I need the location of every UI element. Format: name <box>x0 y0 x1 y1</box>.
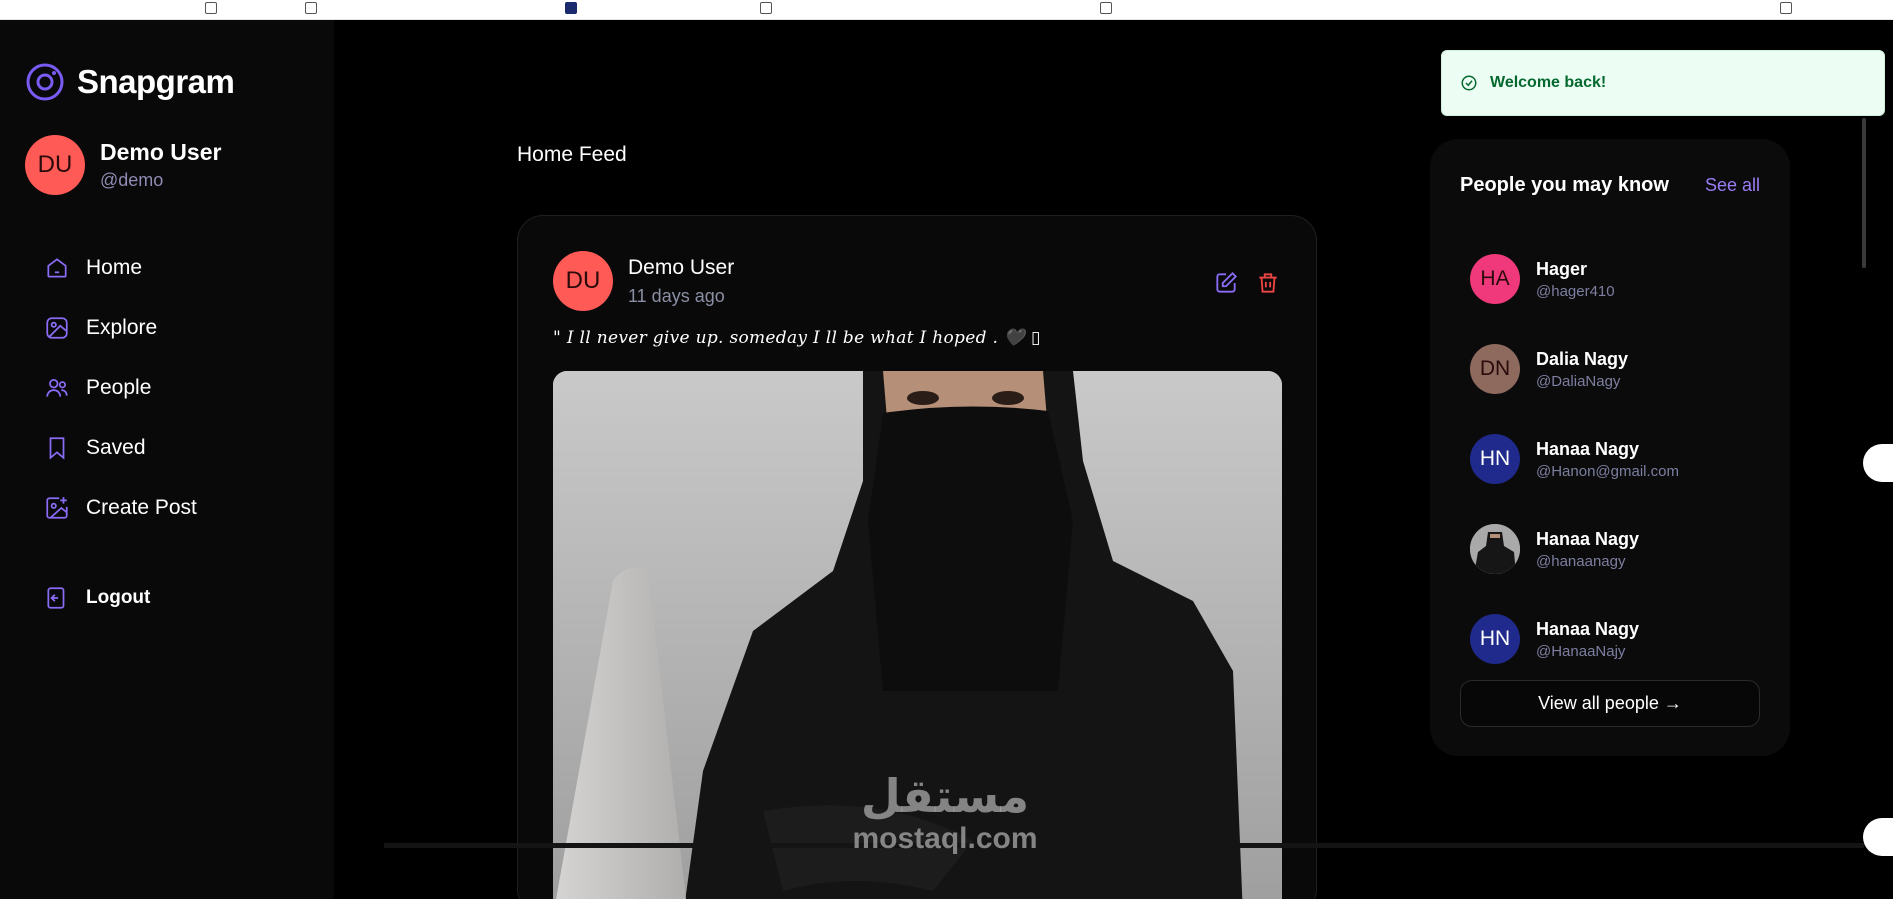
nav-item-people[interactable]: People <box>44 358 197 418</box>
logout-button[interactable]: Logout <box>44 585 150 611</box>
floating-widget-icon[interactable] <box>1863 818 1893 856</box>
logout-icon <box>47 587 65 609</box>
post-caption: " I ll never give up. someday I ll be wh… <box>553 328 1041 348</box>
user-profile[interactable]: DU Demo User @demo <box>25 135 221 195</box>
logout-label: Logout <box>86 587 151 608</box>
watermark: مستقل mostaql.com <box>830 770 1060 856</box>
avatar: HA <box>1470 254 1520 304</box>
watermark-latin: mostaql.com <box>852 822 1038 855</box>
toast-notification[interactable]: Welcome back! <box>1441 50 1885 116</box>
suggestions-header: People you may know See all <box>1460 174 1760 197</box>
avatar: HN <box>1470 614 1520 664</box>
nav-label: Create Post <box>86 496 197 519</box>
bookmark-icon[interactable] <box>1100 2 1112 14</box>
people-suggestions: People you may know See all HA Hager @ha… <box>1430 139 1790 756</box>
floating-widget-icon[interactable] <box>1863 444 1893 482</box>
bookmark-icon <box>49 437 65 460</box>
edit-icon[interactable] <box>1213 270 1239 296</box>
page-title: Home Feed <box>517 143 627 166</box>
person-name: Hanaa Nagy <box>1536 438 1640 459</box>
list-item[interactable]: HN Hanaa Nagy @HanaaNajy <box>1470 594 1679 684</box>
bookmark-icon[interactable] <box>760 2 772 14</box>
avatar: DU <box>25 135 85 195</box>
see-all-link[interactable]: See all <box>1705 175 1760 196</box>
person-handle: @DaliaNagy <box>1536 372 1621 390</box>
list-item[interactable]: Hanaa Nagy @hanaanagy <box>1470 504 1679 594</box>
post-author[interactable]: Demo User <box>628 256 734 280</box>
avatar: DU <box>553 251 613 311</box>
main-nav: Home Explore People Saved Create Post <box>44 238 197 538</box>
nav-item-home[interactable]: Home <box>44 238 197 298</box>
nav-item-explore[interactable]: Explore <box>44 298 197 358</box>
nav-item-create-post[interactable]: Create Post <box>44 478 197 538</box>
people-list: HA Hager @hager410 DN Dalia Nagy @DaliaN… <box>1470 234 1679 684</box>
suggestions-title: People you may know <box>1460 174 1669 196</box>
person-handle: @HanaaNajy <box>1536 642 1626 660</box>
create-post-icon <box>46 497 68 519</box>
person-name: Dalia Nagy <box>1536 348 1629 369</box>
person-handle: @hager410 <box>1536 282 1615 300</box>
bookmark-icon[interactable] <box>205 2 217 14</box>
person-handle: @Hanon@gmail.com <box>1536 462 1680 480</box>
person-name: Hanaa Nagy <box>1536 528 1640 549</box>
person-handle: @hanaanagy <box>1536 552 1626 570</box>
bookmark-icon[interactable] <box>1780 2 1792 14</box>
nav-label: Saved <box>86 436 146 459</box>
bookmark-icon[interactable] <box>305 2 317 14</box>
explore-icon <box>46 317 68 339</box>
nav-label: Home <box>86 256 143 279</box>
nav-label: People <box>86 376 152 399</box>
avatar: HN <box>1470 434 1520 484</box>
avatar: DN <box>1470 344 1520 394</box>
people-icon <box>46 379 68 397</box>
horizontal-scrollbar[interactable] <box>384 843 1864 848</box>
bookmark-icon[interactable] <box>565 2 577 14</box>
vertical-scrollbar[interactable] <box>1862 118 1866 268</box>
nav-label: Explore <box>86 316 158 339</box>
list-item[interactable]: HA Hager @hager410 <box>1470 234 1679 324</box>
post-header[interactable]: DU Demo User 11 days ago <box>553 251 734 311</box>
avatar-photo <box>1470 524 1520 574</box>
watermark-arabic: مستقل <box>860 769 1030 823</box>
logo-icon <box>26 63 64 101</box>
view-all-people-button[interactable]: View all people → <box>1460 680 1760 727</box>
user-handle: @demo <box>100 170 164 190</box>
post-actions <box>1213 270 1281 296</box>
app-logo[interactable]: Snapgram <box>25 62 235 102</box>
user-name: Demo User <box>100 139 222 165</box>
person-name: Hanaa Nagy <box>1536 618 1640 639</box>
toast-message: Welcome back! <box>1490 74 1607 91</box>
app-name: Snapgram <box>77 63 235 100</box>
sidebar: Snapgram DU Demo User @demo Home Explore… <box>0 20 334 899</box>
avatar-image <box>1470 524 1520 574</box>
post-timestamp: 11 days ago <box>628 285 725 306</box>
home-icon <box>47 258 67 278</box>
check-circle-icon <box>1461 75 1477 91</box>
browser-bookmark-bar <box>0 0 1893 20</box>
person-name: Hager <box>1536 258 1588 279</box>
nav-item-saved[interactable]: Saved <box>44 418 197 478</box>
list-item[interactable]: DN Dalia Nagy @DaliaNagy <box>1470 324 1679 414</box>
trash-icon[interactable] <box>1255 270 1281 296</box>
list-item[interactable]: HN Hanaa Nagy @Hanon@gmail.com <box>1470 414 1679 504</box>
